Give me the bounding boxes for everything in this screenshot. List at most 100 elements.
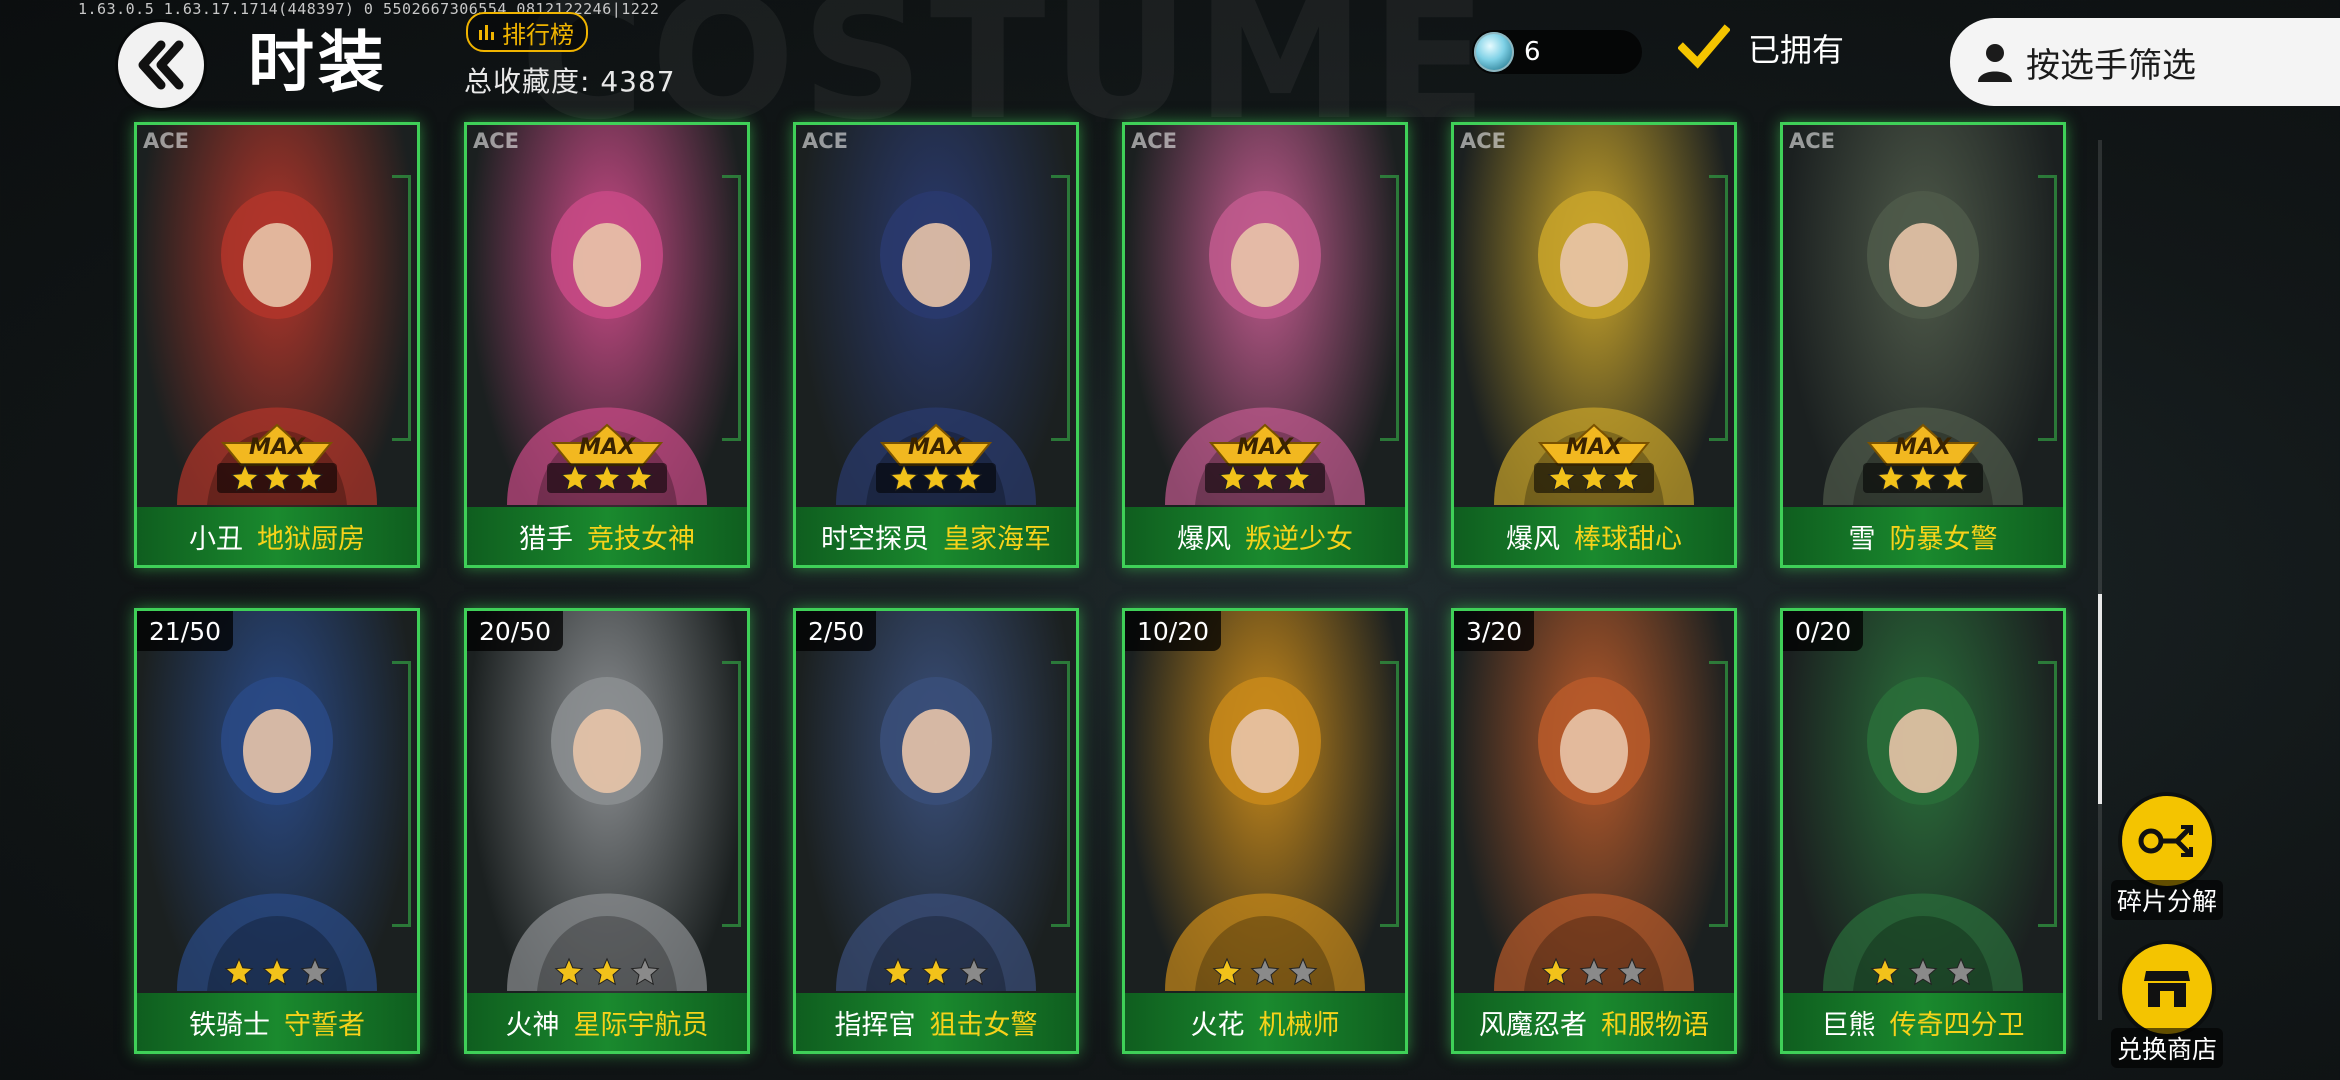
owned-checkbox[interactable] <box>1678 22 1730 74</box>
costume-card[interactable]: ACE MAX 时空探员 皇家海军 <box>793 122 1079 568</box>
star-icon <box>1579 463 1609 492</box>
star-icon <box>1218 463 1248 492</box>
ace-tag: ACE <box>473 129 520 153</box>
star-icon <box>921 957 951 986</box>
exchange-shop-button[interactable]: 兑换商店 <box>2097 944 2237 1068</box>
costume-name: 竞技女神 <box>587 523 695 555</box>
character-name: 铁骑士 <box>189 1009 270 1041</box>
fragment-count: 0/20 <box>1783 611 1864 651</box>
star-icon <box>883 957 913 986</box>
star-icon <box>230 463 260 492</box>
costume-label: 巨熊 传奇四分卫 <box>1783 993 2063 1051</box>
costume-card[interactable]: ACE MAX 小丑 地狱厨房 <box>134 122 420 568</box>
costume-card[interactable]: 3/20 风魔忍者 和服物语 <box>1451 608 1737 1054</box>
character-name: 爆风 <box>1506 523 1560 555</box>
character-portrait <box>137 125 417 565</box>
max-label: MAX <box>579 435 635 460</box>
costume-card[interactable]: ACE MAX 猎手 竞技女神 <box>464 122 750 568</box>
costume-card[interactable]: 21/50 铁骑士 守誓者 <box>134 608 420 1054</box>
card-frame-decoration <box>1709 661 1728 927</box>
costume-label: 小丑 地狱厨房 <box>137 507 417 565</box>
star-icon <box>592 957 622 986</box>
star-icon <box>921 463 951 492</box>
star-rating <box>1454 957 1734 987</box>
star-rating <box>796 957 1076 987</box>
ace-tag: ACE <box>143 129 190 153</box>
decompose-circle <box>2122 796 2212 886</box>
back-button[interactable] <box>118 22 204 108</box>
character-name: 指挥官 <box>834 1009 916 1041</box>
costume-card[interactable]: ACE MAX 爆风 叛逆少女 <box>1122 122 1408 568</box>
star-icon <box>1541 957 1571 986</box>
costume-label: 爆风 棒球甜心 <box>1454 507 1734 565</box>
star-icon <box>554 957 584 986</box>
card-frame-decoration <box>1051 175 1070 441</box>
costume-label: 爆风 叛逆少女 <box>1125 507 1405 565</box>
star-icon <box>624 463 654 492</box>
max-level-badge: MAX <box>876 423 996 497</box>
filter-by-player-button[interactable]: 按选手筛选 <box>1950 18 2340 106</box>
currency-value: 6 <box>1524 37 1541 67</box>
star-icon <box>1946 957 1976 986</box>
star-icon <box>224 957 254 986</box>
star-icon <box>630 957 660 986</box>
character-name: 猎手 <box>519 523 573 555</box>
character-portrait <box>1783 125 2063 565</box>
card-frame-decoration <box>1380 175 1399 441</box>
costume-card[interactable]: ACE MAX 爆风 棒球甜心 <box>1451 122 1737 568</box>
checkmark-icon <box>1678 24 1730 69</box>
costume-label: 指挥官 狙击女警 <box>796 993 1076 1051</box>
costume-card[interactable]: 10/20 火花 机械师 <box>1122 608 1408 1054</box>
star-icon <box>953 463 983 492</box>
leaderboard-button[interactable]: 排行榜 <box>466 12 588 52</box>
max-level-badge: MAX <box>547 423 667 497</box>
max-label: MAX <box>1237 435 1293 460</box>
fragment-count: 2/50 <box>796 611 877 651</box>
filter-label: 按选手筛选 <box>2026 45 2196 86</box>
character-name: 风魔忍者 <box>1479 1009 1587 1041</box>
star-rating <box>876 463 996 493</box>
costume-name: 棒球甜心 <box>1574 523 1682 555</box>
character-name: 时空探员 <box>821 523 929 555</box>
card-frame-decoration <box>392 175 411 441</box>
costume-name: 皇家海军 <box>943 523 1051 555</box>
star-rating <box>137 957 417 987</box>
max-level-badge: MAX <box>1534 423 1654 497</box>
star-icon <box>1940 463 1970 492</box>
card-frame-decoration <box>2038 661 2057 927</box>
costume-card[interactable]: ACE MAX 雪防暴女警 <box>1780 122 2066 568</box>
decompose-label: 碎片分解 <box>2110 880 2223 920</box>
star-icon <box>1870 957 1900 986</box>
star-icon <box>1908 957 1938 986</box>
star-icon <box>1579 957 1609 986</box>
costume-name: 传奇四分卫 <box>1889 1009 2025 1041</box>
decompose-fragments-button[interactable]: 碎片分解 <box>2097 796 2237 920</box>
costume-label: 风魔忍者 和服物语 <box>1454 993 1734 1051</box>
costume-label: 猎手 竞技女神 <box>467 507 747 565</box>
star-icon <box>1617 957 1647 986</box>
costume-name: 守誓者 <box>284 1009 365 1041</box>
card-frame-decoration <box>392 661 411 927</box>
card-frame-decoration <box>1380 661 1399 927</box>
costume-card[interactable]: 0/20 巨熊 传奇四分卫 <box>1780 608 2066 1054</box>
gem-icon <box>1474 32 1514 72</box>
costume-card[interactable]: 20/50 火神 星际宇航员 <box>464 608 750 1054</box>
top-bar: 时装 排行榜 总收藏度: 4387 6 已拥有 按选手筛选 <box>0 0 2340 110</box>
costume-label: 火神 星际宇航员 <box>467 993 747 1051</box>
star-icon <box>1908 463 1938 492</box>
costume-card[interactable]: 2/50 指挥官 狙击女警 <box>793 608 1079 1054</box>
star-icon <box>1212 957 1242 986</box>
card-frame-decoration <box>1709 175 1728 441</box>
owned-filter-toggle[interactable]: 已拥有 <box>1678 22 1844 74</box>
card-frame-decoration <box>1051 661 1070 927</box>
star-icon <box>1288 957 1318 986</box>
max-level-badge: MAX <box>1205 423 1325 497</box>
max-label: MAX <box>908 435 964 460</box>
card-frame-decoration <box>722 175 741 441</box>
fragment-count: 21/50 <box>137 611 234 651</box>
star-icon <box>560 463 590 492</box>
costume-label: 铁骑士 守誓者 <box>137 993 417 1051</box>
star-rating <box>1783 957 2063 987</box>
star-rating <box>1125 957 1405 987</box>
scrollbar-thumb[interactable] <box>2098 594 2102 804</box>
